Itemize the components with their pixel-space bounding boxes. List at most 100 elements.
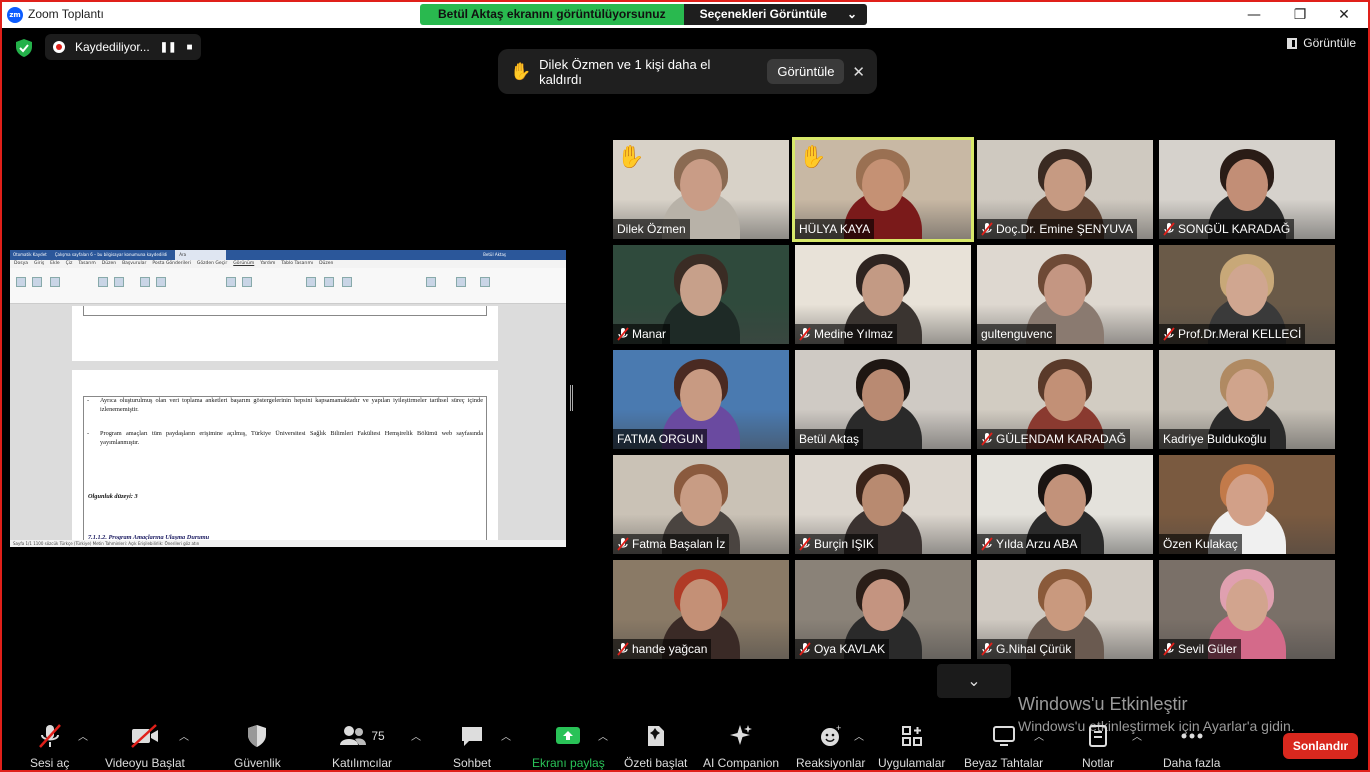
participant-nameplate: Doç.Dr. Emine ŞENYUVA [977, 219, 1138, 239]
restore-button[interactable]: ❐ [1286, 5, 1314, 25]
pause-recording-button[interactable]: ❚❚ [160, 42, 177, 53]
participant-video-tile[interactable]: Fatma Başalan İz [613, 455, 789, 554]
participant-name: Dilek Özmen [617, 222, 686, 236]
recording-indicator: Kaydediliyor... ❚❚ ■ [45, 34, 201, 60]
view-raised-hands-button[interactable]: Görüntüle [767, 59, 845, 84]
participant-video-tile[interactable]: ✋ HÜLYA KAYA [792, 137, 974, 242]
start-video-button[interactable]: Videoyu Başlat [105, 722, 185, 770]
participant-face [680, 264, 722, 316]
participant-name: G.Nihal Çürük [996, 642, 1072, 656]
share-screen-button[interactable]: Ekranı paylaş [532, 722, 605, 770]
word-tab-active: Görünüm [233, 261, 255, 266]
word-user-name: Betül Aktaş [483, 252, 506, 257]
notes-icon [1086, 722, 1110, 750]
notes-button[interactable]: Notlar [1082, 722, 1114, 770]
word-status-bar: Sayfa 1/1 1100 sözcük Türkçe (Türkiye) M… [10, 540, 566, 547]
participant-video-tile[interactable]: Kadriye Buldukoğlu [1159, 350, 1335, 449]
word-ribbon-tabs: Dosya Giriş Ekle Çiz Tasarım Düzen Başvu… [10, 260, 566, 268]
document-page [72, 306, 498, 361]
participant-name: Burçin IŞIK [814, 537, 875, 551]
participant-video-tile[interactable]: Özen Kulakaç [1159, 455, 1335, 554]
video-options-caret-icon[interactable]: ︿ [179, 728, 189, 743]
share-caret-icon[interactable]: ︿ [598, 728, 608, 743]
participant-video-tile[interactable]: Medine Yılmaz [795, 245, 971, 344]
raised-hand-notification: ✋ Dilek Özmen ve 1 kişi daha el kaldırdı… [498, 49, 877, 94]
view-button[interactable]: Görüntüle [1287, 36, 1356, 50]
participants-button[interactable]: 75 Katılımcılar [332, 722, 392, 770]
participants-caret-icon[interactable]: ︿ [411, 728, 421, 743]
zoom-window: zm Zoom Toplantı — ❐ ✕ Betül Aktaş ekran… [0, 0, 1370, 772]
word-tab: Giriş [33, 261, 45, 266]
participant-name: Prof.Dr.Meral KELLECİ [1178, 327, 1302, 341]
participant-nameplate: Oya KAVLAK [795, 639, 890, 659]
minimize-button[interactable]: — [1240, 5, 1268, 25]
participant-name: FATMA ORGUN [617, 432, 704, 446]
microphone-muted-icon [36, 722, 64, 750]
microphone-muted-icon [799, 537, 811, 551]
stop-recording-button[interactable]: ■ [186, 42, 192, 53]
participant-face [1044, 369, 1086, 421]
windows-activation-title: Windows'u Etkinleştir [1018, 694, 1188, 714]
end-meeting-button[interactable]: Sonlandır [1283, 733, 1358, 759]
resize-handle[interactable] [570, 385, 573, 411]
participant-video-tile[interactable]: FATMA ORGUN [613, 350, 789, 449]
participant-video-tile[interactable]: GÜLENDAM KARADAĞ [977, 350, 1153, 449]
shared-screen[interactable]: Otomatik Kaydet Çalışma sayfaları 6 – bu… [10, 250, 566, 547]
audio-options-caret-icon[interactable]: ︿ [78, 728, 88, 743]
share-screen-label: Ekranı paylaş [532, 756, 605, 770]
participant-video-tile[interactable]: SONGÜL KARADAĞ [1159, 140, 1335, 239]
participant-video-tile[interactable]: G.Nihal Çürük [977, 560, 1153, 659]
chat-button[interactable]: Sohbet [453, 722, 491, 770]
raised-hand-icon: ✋ [799, 145, 827, 170]
view-button-label: Görüntüle [1303, 36, 1356, 50]
start-summary-button[interactable]: Özeti başlat [624, 722, 687, 770]
participant-name: Yılda Arzu ABA [996, 537, 1078, 551]
microphone-muted-icon [1163, 327, 1175, 341]
apps-icon [900, 722, 924, 750]
ribbon-icon [98, 277, 108, 287]
participant-video-tile[interactable]: hande yağcan [613, 560, 789, 659]
participant-name: Sevil Güler [1178, 642, 1237, 656]
ai-companion-button[interactable]: AI Companion [703, 722, 779, 770]
raised-hand-icon: ✋ [617, 145, 645, 170]
whiteboards-button[interactable]: Beyaz Tahtalar [964, 722, 1043, 770]
ribbon-icon [242, 277, 252, 287]
participant-video-tile[interactable]: Doç.Dr. Emine ŞENYUVA [977, 140, 1153, 239]
participant-face [862, 474, 904, 526]
more-icon [1179, 722, 1205, 750]
chat-caret-icon[interactable]: ︿ [501, 728, 511, 743]
document-page[interactable]: - Ayrıca oluşturulmuş olan veri toplama … [72, 370, 498, 547]
view-options-button[interactable]: Seçenekleri Görüntüle ⌄ [683, 4, 868, 25]
table-frame [83, 396, 487, 547]
unmute-button[interactable]: Sesi aç [30, 722, 69, 770]
whiteboards-caret-icon[interactable]: ︿ [1034, 728, 1044, 743]
participant-video-tile[interactable]: Burçin IŞIK [795, 455, 971, 554]
notes-caret-icon[interactable]: ︿ [1132, 728, 1142, 743]
raised-hand-message: Dilek Özmen ve 1 kişi daha el kaldırdı [539, 56, 711, 87]
notes-label: Notlar [1082, 756, 1115, 770]
shield-icon[interactable] [14, 38, 34, 58]
word-tab: Tablo Tasarımı [281, 261, 314, 266]
participant-video-tile[interactable]: Oya KAVLAK [795, 560, 971, 659]
close-window-button[interactable]: ✕ [1330, 5, 1358, 25]
reactions-caret-icon[interactable]: ︿ [854, 728, 864, 743]
window-title: Zoom Toplantı [28, 7, 104, 21]
microphone-muted-icon [981, 222, 993, 236]
participant-video-tile[interactable]: Yılda Arzu ABA [977, 455, 1153, 554]
document-title: Çalışma sayfaları 6 – bu bilgisayar konu… [54, 252, 168, 257]
participant-video-tile[interactable]: Sevil Güler [1159, 560, 1335, 659]
start-video-label: Videoyu Başlat [105, 756, 185, 770]
more-button[interactable]: Daha fazla [1163, 722, 1220, 770]
participant-video-tile[interactable]: gultenguvenc [977, 245, 1153, 344]
close-icon[interactable]: ✕ [852, 63, 865, 81]
participant-video-tile[interactable]: Betül Aktaş [795, 350, 971, 449]
chevron-down-icon[interactable]: ⌄ [937, 664, 1011, 698]
document-paragraph: Ayrıca oluşturulmuş olan veri toplama an… [100, 397, 483, 413]
participant-video-tile[interactable]: ✋ Dilek Özmen [613, 140, 789, 239]
microphone-muted-icon [1163, 222, 1175, 236]
security-button[interactable]: Güvenlik [234, 722, 281, 770]
participant-video-tile[interactable]: Prof.Dr.Meral KELLECİ [1159, 245, 1335, 344]
view-options-label: Seçenekleri Görüntüle [699, 7, 827, 21]
apps-button[interactable]: Uygulamalar [878, 722, 945, 770]
participant-video-tile[interactable]: Manar [613, 245, 789, 344]
